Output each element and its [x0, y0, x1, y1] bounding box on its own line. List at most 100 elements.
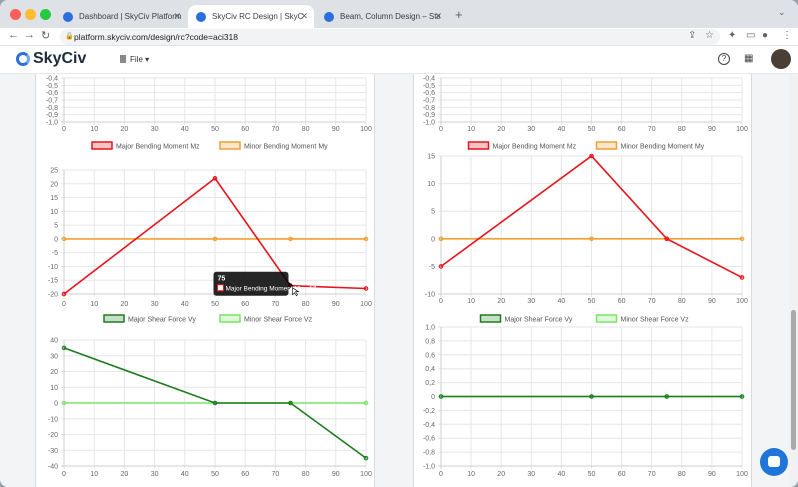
legend-swatch — [595, 141, 618, 150]
x-tick-label: 40 — [181, 126, 189, 133]
x-tick-label: 0 — [62, 301, 66, 308]
x-tick-label: 10 — [467, 298, 475, 305]
legend-label: Minor Bending Moment My — [621, 144, 705, 151]
y-tick-label: -5 — [429, 264, 435, 271]
y-tick-label: 15 — [50, 195, 58, 202]
data-point — [438, 236, 444, 242]
y-tick-label: 0 — [431, 394, 435, 401]
y-tick-label: -10 — [48, 264, 58, 271]
data-point — [589, 236, 594, 242]
y-tick-label: -1,0 — [423, 464, 435, 471]
legend-label: Minor Shear Force Vz — [621, 317, 690, 324]
x-tick-label: 10 — [467, 471, 475, 478]
legend-label: Minor Bending Moment My — [244, 144, 328, 151]
tooltip-label: Major Bending Moment Mz: -17 — [226, 286, 317, 293]
x-tick-label: 10 — [467, 126, 475, 133]
x-tick-label: 100 — [360, 126, 372, 133]
x-tick-label: 30 — [151, 301, 159, 308]
y-tick-label: -10 — [425, 292, 435, 299]
tooltip-swatch — [217, 284, 224, 292]
y-tick-label: -1,0 — [46, 120, 58, 127]
x-tick-label: 70 — [272, 301, 280, 308]
x-tick-label: 50 — [211, 126, 219, 133]
data-point — [61, 236, 67, 242]
y-tick-label: 15 — [427, 154, 435, 161]
y-tick-label: -5 — [52, 250, 58, 257]
x-tick-label: 90 — [332, 126, 340, 133]
legend-swatch — [103, 314, 125, 323]
x-tick-label: 60 — [241, 471, 249, 478]
legend-swatch — [219, 314, 241, 323]
y-tick-label: 0 — [431, 236, 435, 243]
data-point — [664, 236, 670, 242]
data-point — [212, 236, 218, 242]
x-tick-label: 30 — [151, 126, 159, 133]
x-tick-label: 10 — [90, 471, 98, 478]
y-tick-label: -0,5 — [423, 83, 435, 90]
data-point — [288, 400, 293, 406]
y-tick-label: -20 — [48, 432, 58, 439]
data-point — [363, 400, 369, 406]
x-tick-label: 60 — [618, 126, 626, 133]
data-point — [363, 455, 369, 461]
x-tick-label: 0 — [439, 126, 443, 133]
x-tick-label: 20 — [121, 126, 129, 133]
x-tick-label: 0 — [439, 298, 443, 305]
x-tick-label: 0 — [62, 126, 66, 133]
data-point — [61, 291, 67, 297]
x-tick-label: 90 — [332, 301, 340, 308]
x-tick-label: 80 — [302, 471, 310, 478]
y-tick-label: -0,8 — [423, 105, 435, 112]
y-tick-label: 25 — [50, 168, 58, 175]
x-tick-label: 100 — [360, 471, 372, 478]
y-tick-label: -0,4 — [423, 76, 435, 83]
data-point — [589, 153, 594, 159]
y-tick-label: 0,6 — [425, 352, 435, 359]
x-tick-label: 80 — [302, 301, 310, 308]
x-tick-label: 90 — [708, 126, 716, 133]
y-tick-label: -30 — [48, 448, 58, 455]
x-tick-label: 40 — [181, 301, 189, 308]
y-tick-label: -0,6 — [423, 90, 435, 97]
legend-label: Major Shear Force Vy — [128, 317, 196, 324]
y-tick-label: 5 — [431, 209, 435, 216]
y-tick-label: 20 — [50, 369, 58, 376]
data-point — [739, 394, 745, 399]
y-tick-label: -0,8 — [46, 105, 58, 112]
legend-swatch — [91, 141, 113, 150]
x-tick-label: 20 — [121, 301, 129, 308]
data-point — [438, 264, 444, 269]
x-tick-label: 40 — [181, 471, 189, 478]
data-point — [438, 394, 444, 399]
y-tick-label: -10 — [48, 416, 58, 423]
y-tick-label: -15 — [48, 278, 58, 285]
y-tick-label: 1,0 — [425, 325, 435, 332]
x-tick-label: 60 — [618, 298, 626, 305]
x-tick-label: 20 — [497, 126, 505, 133]
x-tick-label: 40 — [558, 471, 566, 478]
x-tick-label: 100 — [360, 301, 372, 308]
x-tick-label: 90 — [708, 471, 716, 478]
y-tick-label: 0 — [54, 236, 58, 243]
y-tick-label: 40 — [50, 338, 58, 345]
x-tick-label: 60 — [241, 301, 249, 308]
x-tick-label: 0 — [62, 471, 66, 478]
charts-layer: 0 10 20 30 40 50 60 70 80 90 100-0,5-0,6-0,7-0,8-0… — [46, 76, 748, 479]
scrollbar-thumb[interactable] — [791, 310, 796, 450]
y-tick-label: -0,4 — [423, 422, 435, 429]
legend-swatch — [219, 141, 241, 150]
chat-support-button[interactable] — [760, 448, 788, 476]
y-tick-label: -0,2 — [423, 408, 435, 415]
legend-label: Minor Shear Force Vz — [244, 317, 313, 324]
x-tick-label: 0 — [439, 471, 443, 478]
data-point — [61, 345, 67, 351]
x-tick-label: 50 — [211, 471, 219, 478]
x-tick-label: 70 — [648, 471, 656, 478]
x-tick-label: 100 — [736, 298, 748, 305]
tooltip-title: 75 — [218, 276, 226, 283]
y-tick-label: 10 — [427, 181, 435, 188]
y-tick-label: -0,9 — [423, 112, 435, 119]
y-tick-label: -0,6 — [423, 436, 435, 443]
y-tick-label: 5 — [54, 223, 58, 230]
x-tick-label: 80 — [678, 298, 686, 305]
